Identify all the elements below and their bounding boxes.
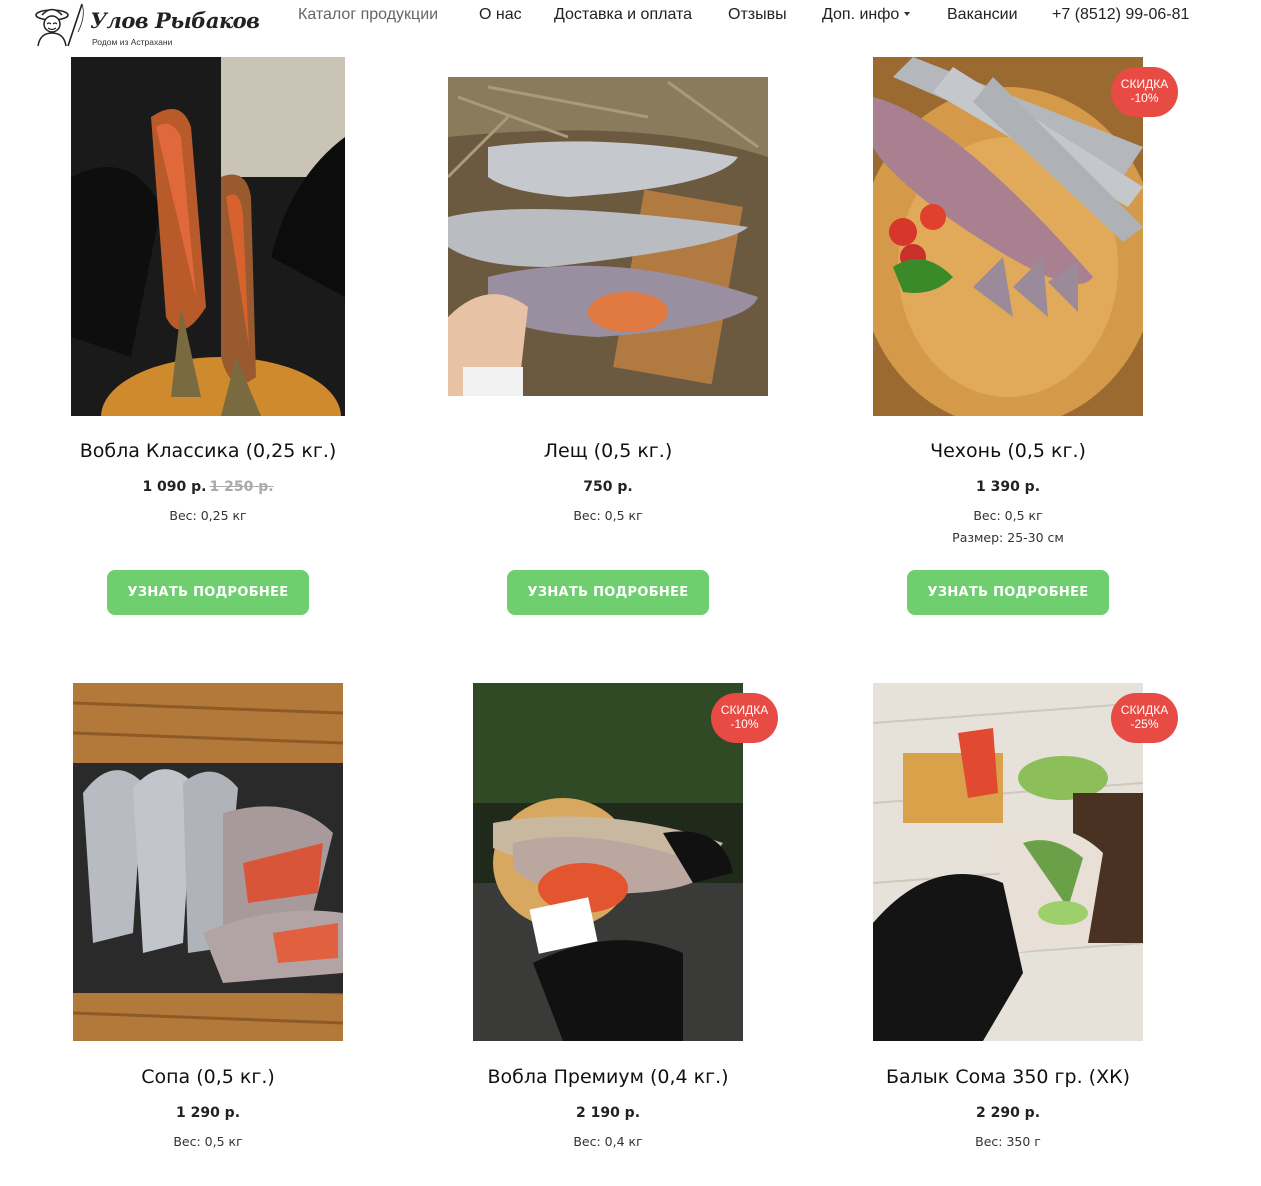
product-weight: Вес: 0,25 кг (169, 508, 247, 523)
current-price: 2 290 р. (975, 1105, 1041, 1121)
details-button[interactable]: УЗНАТЬ ПОДРОБНЕЕ (107, 570, 309, 615)
current-price: 2 190 р. (575, 1105, 641, 1121)
product-weight: Вес: 0,5 кг (173, 1134, 243, 1149)
product-photo[interactable] (873, 683, 1143, 1041)
product-weight: Вес: 0,4 кг (573, 1134, 643, 1149)
product-price: 1 390 р. (808, 479, 1208, 495)
product-weight: Вес: 350 г (975, 1134, 1041, 1149)
product-price: 1 090 р. 1 250 р. (8, 479, 408, 495)
product-price: 750 р. (408, 479, 808, 495)
nav-delivery[interactable]: Доставка и оплата (554, 6, 692, 24)
product-title[interactable]: Лещ (0,5 кг.) (408, 440, 808, 462)
logo[interactable]: Улов Рыбаков Родом из Астрахани (28, 2, 260, 48)
product-weight: Вес: 0,5 кг (973, 508, 1043, 523)
product-photo[interactable] (71, 57, 345, 416)
current-price: 1 090 р. (142, 479, 207, 495)
details-button[interactable]: УЗНАТЬ ПОДРОБНЕЕ (507, 570, 709, 615)
current-price: 1 290 р. (175, 1105, 241, 1121)
product-price: 1 290 р. (8, 1105, 408, 1121)
product-size: Размер: 25-30 см (952, 530, 1064, 545)
product-price: 2 190 р. (408, 1105, 808, 1121)
product-photo[interactable] (473, 683, 743, 1041)
discount-label: СКИДКА (720, 703, 769, 717)
discount-value: -10% (730, 717, 759, 731)
nav-about[interactable]: О нас (479, 6, 522, 24)
nav-catalog[interactable]: Каталог продукции (298, 6, 438, 24)
discount-value: -10% (1130, 91, 1159, 105)
discount-label: СКИДКА (1120, 703, 1169, 717)
product-weight: Вес: 0,5 кг (573, 508, 643, 523)
product-photo[interactable] (448, 77, 768, 396)
nav-reviews[interactable]: Отзывы (728, 6, 787, 24)
caret-down-icon (904, 11, 911, 16)
nav-vacancies[interactable]: Вакансии (947, 6, 1018, 24)
product-title[interactable]: Вобла Классика (0,25 кг.) (8, 440, 408, 462)
fisherman-logo-icon (35, 3, 84, 47)
details-button[interactable]: УЗНАТЬ ПОДРОБНЕЕ (907, 570, 1109, 615)
discount-badge: СКИДКА -10% (711, 693, 778, 743)
product-title[interactable]: Сопа (0,5 кг.) (8, 1066, 408, 1088)
product-photo[interactable] (73, 683, 343, 1041)
site-header: Улов Рыбаков Родом из Астрахани Каталог … (0, 0, 1261, 50)
product-title[interactable]: Чехонь (0,5 кг.) (808, 440, 1208, 462)
nav-more-info-label: Доп. инфо (822, 6, 900, 23)
old-price: 1 250 р. (209, 479, 274, 495)
logo-subtitle: Родом из Астрахани (92, 37, 173, 47)
logo-title: Улов Рыбаков (90, 8, 260, 33)
current-price: 1 390 р. (975, 479, 1041, 495)
discount-badge: СКИДКА -10% (1111, 67, 1178, 117)
current-price: 750 р. (583, 479, 633, 495)
discount-value: -25% (1130, 717, 1159, 731)
product-title[interactable]: Вобла Премиум (0,4 кг.) (408, 1066, 808, 1088)
nav-more-info[interactable]: Доп. инфо (822, 6, 911, 24)
product-price: 2 290 р. (808, 1105, 1208, 1121)
discount-label: СКИДКА (1120, 77, 1169, 91)
product-title[interactable]: Балык Сома 350 гр. (ХК) (808, 1066, 1208, 1088)
product-photo[interactable] (873, 57, 1143, 416)
discount-badge: СКИДКА -25% (1111, 693, 1178, 743)
nav-phone[interactable]: +7 (8512) 99-06-81 (1052, 6, 1189, 24)
